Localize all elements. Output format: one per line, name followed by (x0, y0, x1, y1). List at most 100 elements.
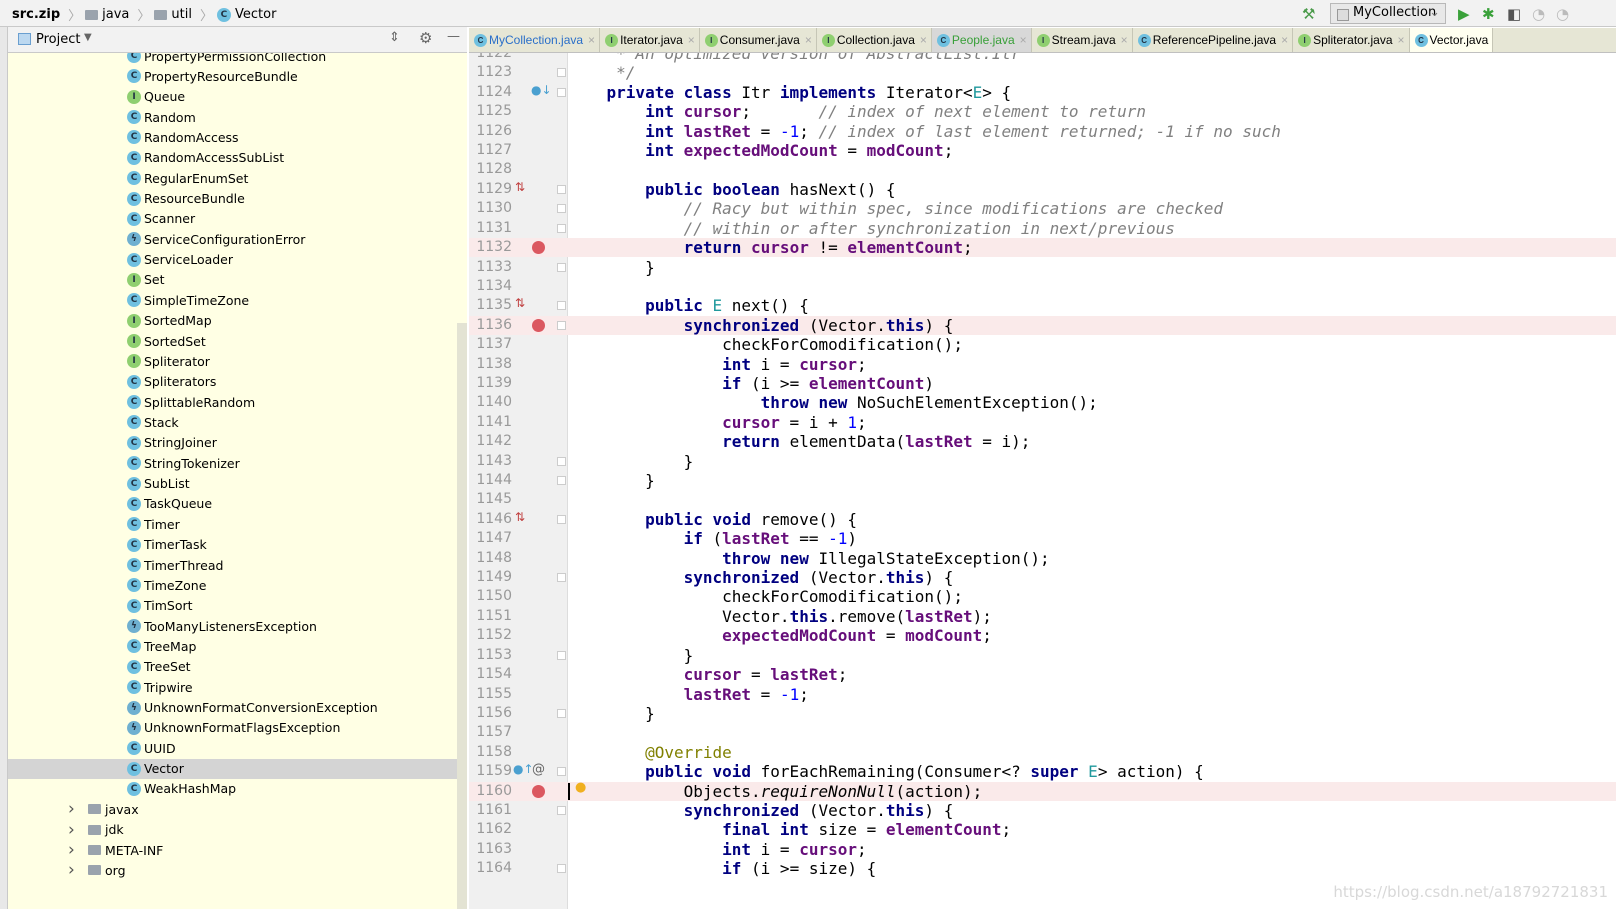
chevron-right-icon[interactable]: › (68, 840, 88, 860)
tree-folder[interactable]: › javax (8, 799, 457, 819)
tab-mycollection[interactable]: C MyCollection.java × (469, 28, 601, 52)
code-line[interactable]: 1135 ⇅ public E next() { (469, 296, 1616, 315)
tree-item[interactable]: C Scanner (8, 209, 457, 229)
fold-marker-icon[interactable] (557, 767, 566, 777)
tab-people[interactable]: C People.java × (931, 28, 1032, 52)
chevron-right-icon[interactable]: › (68, 799, 88, 819)
code-line[interactable]: 1127 int expectedModCount = modCount; (469, 141, 1616, 160)
code-line[interactable]: 1157 (469, 723, 1616, 742)
tree-item[interactable]: C Random (8, 107, 457, 127)
code-line[interactable]: 1146 ⇅ public void remove() { (469, 510, 1616, 529)
code-line[interactable]: 1134 (469, 277, 1616, 296)
close-tab-icon[interactable]: × (805, 33, 812, 47)
tree-item[interactable]: C SubList (8, 474, 457, 494)
code-line[interactable]: 1155 lastRet = -1; (469, 685, 1616, 704)
code-line[interactable]: 1162 final int size = elementCount; (469, 820, 1616, 839)
fold-marker-icon[interactable] (557, 573, 566, 583)
fold-marker-icon[interactable] (557, 864, 566, 874)
tree-item[interactable]: C Stack (8, 412, 457, 432)
minimize-icon[interactable]: — (447, 29, 460, 44)
breakpoint-icon[interactable] (532, 318, 545, 332)
close-tab-icon[interactable]: × (920, 33, 927, 47)
code-line[interactable]: 1149 synchronized (Vector.this) { (469, 568, 1616, 587)
implements-method-icon[interactable]: ⇅ (515, 510, 525, 524)
code-line[interactable]: 1133 } (469, 258, 1616, 277)
tree-item[interactable]: C TaskQueue (8, 494, 457, 514)
tree-item[interactable]: ϟ TooManyListenersException (8, 616, 457, 636)
tree-item[interactable]: C ServiceLoader (8, 250, 457, 270)
tree-item[interactable]: C TimerTask (8, 535, 457, 555)
fold-marker-icon[interactable] (557, 184, 566, 194)
close-tab-icon[interactable]: × (1281, 33, 1288, 47)
tree-item[interactable]: I Spliterator (8, 351, 457, 371)
tab-vector[interactable]: C Vector.java (1409, 28, 1494, 52)
tree-item[interactable]: C PropertyResourceBundle (8, 66, 457, 86)
tree-folder[interactable]: › org (8, 860, 457, 880)
code-line[interactable]: 1150 checkForComodification(); (469, 587, 1616, 606)
tree-item[interactable]: C Timer (8, 514, 457, 534)
tab-spliterator[interactable]: I Spliterator.java × (1293, 28, 1410, 52)
code-line[interactable]: 1132 return cursor != elementCount; (469, 238, 1616, 258)
close-tab-icon[interactable]: × (1020, 33, 1027, 47)
tree-scrollbar[interactable] (457, 323, 467, 909)
fold-marker-icon[interactable] (557, 708, 566, 718)
code-line[interactable]: 1126 int lastRet = -1; // index of last … (469, 122, 1616, 141)
tab-stream[interactable]: I Stream.java × (1032, 28, 1133, 52)
breadcrumb-util[interactable]: util (171, 7, 192, 22)
code-line[interactable]: 1163 int i = cursor; (469, 840, 1616, 859)
code-editor[interactable]: 1122 * An optimized version of AbstractL… (469, 53, 1616, 909)
tool-window-strip[interactable] (0, 27, 8, 909)
fold-marker-icon[interactable] (557, 223, 566, 233)
run-configuration-select[interactable]: MyCollection ⌄ (1330, 3, 1446, 24)
tree-item[interactable]: ϟ UnknownFormatConversionException (8, 698, 457, 718)
code-line[interactable]: 1130 // Racy but within spec, since modi… (469, 199, 1616, 218)
tree-item[interactable]: I Set (8, 270, 457, 290)
tree-item[interactable]: C TimeZone (8, 575, 457, 595)
breakpoint-icon[interactable] (532, 784, 545, 798)
attach-icon[interactable]: ◔ (1556, 5, 1569, 23)
code-line[interactable]: 1145 (469, 490, 1616, 509)
code-line[interactable]: 1139 if (i >= elementCount) (469, 374, 1616, 393)
tree-item[interactable]: C Spliterators (8, 372, 457, 392)
code-line[interactable]: 1148 throw new IllegalStateException(); (469, 549, 1616, 568)
code-line[interactable]: 1125 int cursor; // index of next elemen… (469, 102, 1616, 121)
tab-collection[interactable]: I Collection.java × (817, 28, 932, 52)
code-line[interactable]: 1147 if (lastRet == -1) (469, 529, 1616, 548)
fold-marker-icon[interactable] (557, 805, 566, 815)
tree-item[interactable]: C StringTokenizer (8, 453, 457, 473)
code-line[interactable]: 1152 expectedModCount = modCount; (469, 626, 1616, 645)
tree-item[interactable]: I Queue (8, 87, 457, 107)
code-line[interactable]: 1123 */ (469, 63, 1616, 82)
code-line[interactable]: 1136 synchronized (Vector.this) { (469, 315, 1616, 336)
fold-marker-icon[interactable] (557, 204, 566, 214)
tree-item[interactable]: C Vector (8, 758, 457, 779)
tree-item[interactable]: C TreeMap (8, 636, 457, 656)
gear-icon[interactable]: ⚙ (419, 29, 432, 47)
tab-referencepipeline[interactable]: C ReferencePipeline.java × (1133, 28, 1294, 52)
code-line[interactable]: 1164 if (i >= size) { (469, 859, 1616, 878)
tab-consumer[interactable]: I Consumer.java × (700, 28, 817, 52)
chevron-down-icon[interactable]: ▼ (84, 32, 92, 43)
tree-item[interactable]: C WeakHashMap (8, 779, 457, 799)
code-line[interactable]: 1140 throw new NoSuchElementException(); (469, 393, 1616, 412)
tree-item[interactable]: C TimerThread (8, 555, 457, 575)
tree-item[interactable]: C TreeSet (8, 657, 457, 677)
tree-item[interactable]: ϟ UnknownFormatFlagsException (8, 718, 457, 738)
code-line[interactable]: 1144 } (469, 471, 1616, 490)
debug-bug-icon[interactable]: ✱ (1482, 5, 1495, 23)
code-line[interactable]: 1151 Vector.this.remove(lastRet); (469, 607, 1616, 626)
fold-marker-icon[interactable] (557, 320, 566, 330)
coverage-icon[interactable]: ◧ (1507, 5, 1521, 23)
tree-item[interactable]: C RandomAccessSubList (8, 148, 457, 168)
tree-item[interactable]: C SimpleTimeZone (8, 290, 457, 310)
tree-item[interactable]: C Tripwire (8, 677, 457, 697)
code-line[interactable]: 1141 cursor = i + 1; (469, 413, 1616, 432)
fold-marker-icon[interactable] (557, 650, 566, 660)
implements-method-icon[interactable]: ⇅ (515, 180, 525, 194)
close-tab-icon[interactable]: × (1121, 33, 1128, 47)
tree-item[interactable]: C StringJoiner (8, 433, 457, 453)
code-line[interactable]: 1129 ⇅ public boolean hasNext() { (469, 180, 1616, 199)
code-line[interactable]: 1156 } (469, 704, 1616, 723)
breadcrumb-vector[interactable]: Vector (235, 7, 276, 22)
tree-item[interactable]: I SortedMap (8, 311, 457, 331)
